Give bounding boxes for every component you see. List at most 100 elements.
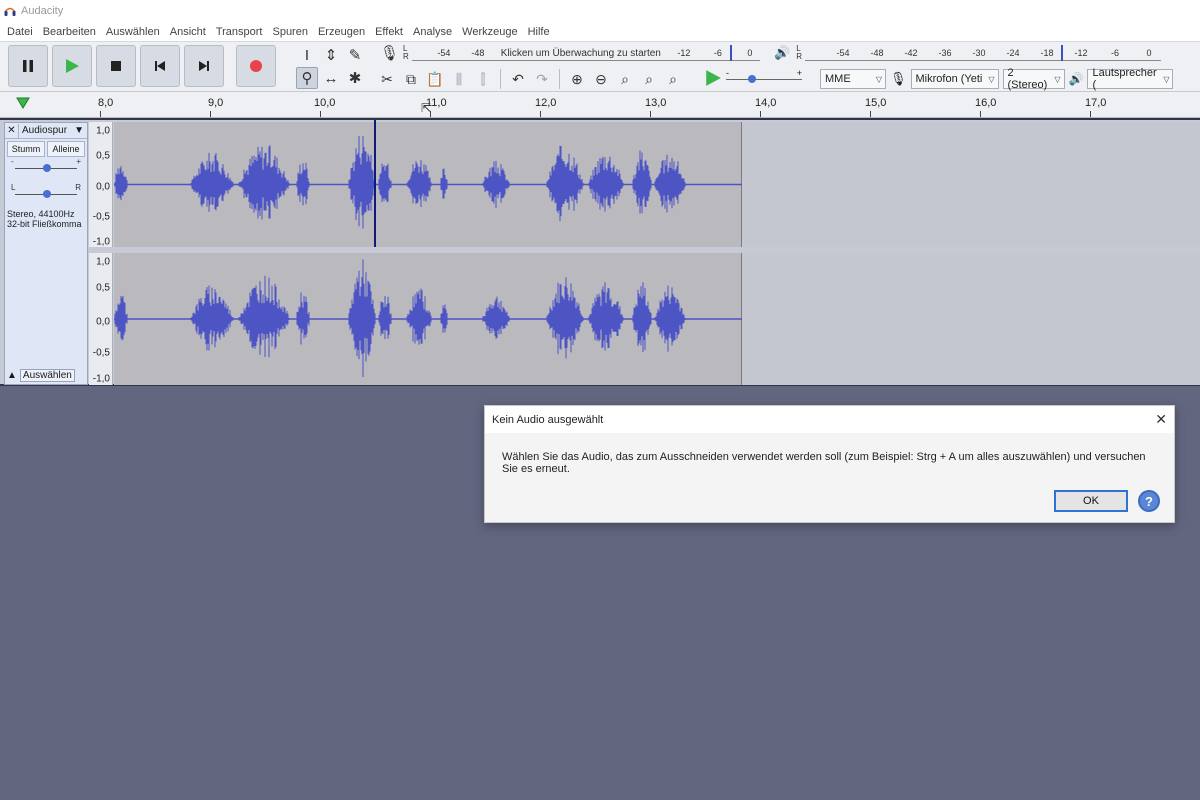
recording-channels-select[interactable]: 2 (Stereo) ▽ (1002, 67, 1065, 91)
zoom-fit-project-icon: ⌕ (645, 70, 653, 87)
recording-device-value: Mikrofon (Yeti S (915, 73, 986, 85)
playback-device-select[interactable]: Lautsprecher (▽ (1087, 67, 1174, 91)
play-meter-tick: -42 (904, 48, 918, 58)
timeline-ruler[interactable]: 8,0 9,0 10,0 11,0 12,0 13,0 14,0 15,0 16… (0, 92, 1200, 118)
skip-to-start-button[interactable] (140, 45, 180, 87)
amplitude-label: -0,5 (92, 211, 110, 223)
track-name-menu[interactable]: Audiospur ▼ (19, 125, 87, 136)
clipboard-icon: 📋 (426, 70, 444, 87)
stop-icon (111, 61, 121, 71)
zoom-out-button[interactable]: ⊖ (590, 68, 612, 90)
play-meter-tick: -6 (1110, 48, 1119, 58)
close-track-icon[interactable]: ✕ (5, 123, 19, 138)
help-icon[interactable]: ? (1138, 490, 1160, 512)
menu-bearbeiten[interactable]: Bearbeiten (38, 26, 101, 38)
zoom-toggle-button[interactable]: ⌕ (662, 68, 684, 90)
ruler-tick-mark (870, 111, 871, 117)
zoom-in-button[interactable]: ⊕ (566, 68, 588, 90)
mute-button[interactable]: Stumm (7, 141, 45, 157)
track-control-panel: ✕ Audiospur ▼ Stumm Alleine - + L R Stere… (4, 122, 88, 385)
empty-track-lane[interactable] (742, 122, 1200, 247)
copy-icon: ⧉ (406, 70, 416, 87)
envelope-tool-icon[interactable]: ⇕ (320, 44, 342, 66)
amplitude-label: 0,5 (96, 282, 110, 294)
waveform-right-channel[interactable] (114, 253, 742, 385)
pause-button[interactable] (8, 45, 48, 87)
menu-spuren[interactable]: Spuren (267, 26, 312, 38)
recording-device-select[interactable]: Mikrofon (Yeti S ▽ (910, 69, 999, 89)
paste-button[interactable]: 📋 (424, 68, 446, 90)
menu-bar: Datei Bearbeiten Auswählen Ansicht Trans… (0, 22, 1200, 41)
amplitude-label: 0,5 (96, 150, 110, 162)
speed-plus-label: + (796, 68, 802, 78)
fit-selection-button[interactable]: ⌕ (614, 68, 636, 90)
slider-thumb[interactable] (748, 75, 756, 83)
cut-button[interactable]: ✂ (376, 68, 398, 90)
ok-button[interactable]: OK (1054, 490, 1128, 512)
recording-meter[interactable]: 🎙 LR -54 -48 Klicken um Überwachung zu s… (380, 45, 760, 62)
play-button[interactable] (52, 45, 92, 87)
device-toolbar: MME ▽ 🎙 Mikrofon (Yeti S ▽ 2 (Stereo) ▽ 🔊 L… (820, 67, 1174, 91)
play-head-start-icon[interactable] (16, 97, 30, 109)
audacity-logo-icon (4, 7, 16, 16)
pan-slider[interactable]: L R (11, 183, 81, 201)
selection-tool-icon[interactable]: I (296, 44, 318, 66)
menu-hilfe[interactable]: Hilfe (523, 26, 555, 38)
fit-project-button[interactable]: ⌕ (638, 68, 660, 90)
slider-thumb[interactable] (43, 164, 51, 172)
playback-meter[interactable]: 🔊 LR -54 -48 -42 -36 -30 -24 -18 -12 -6 … (774, 45, 1161, 61)
menu-transport[interactable]: Transport (211, 26, 268, 38)
record-button[interactable] (236, 45, 276, 87)
close-icon[interactable]: ✕ (1155, 411, 1167, 428)
draw-tool-icon[interactable]: ✎ (344, 44, 366, 66)
audio-host-select[interactable]: MME ▽ (820, 69, 886, 89)
mouse-cursor-icon: ⇱ (421, 101, 432, 115)
vertical-ruler-right-channel: 1,0 0,5 0,0 -0,5 -1,0 (89, 253, 113, 385)
zoom-fit-selection-icon: ⌕ (621, 70, 629, 87)
stop-button[interactable] (96, 45, 136, 87)
menu-werkzeuge[interactable]: Werkzeuge (457, 26, 522, 38)
amplitude-label: -1,0 (92, 236, 110, 248)
monitoring-prompt[interactable]: Klicken um Überwachung zu starten (501, 48, 661, 59)
dialog-title-bar: Kein Audio ausgewählt ✕ (485, 406, 1174, 433)
silence-button[interactable]: ⫿ (472, 68, 494, 90)
ruler-tick-mark (980, 111, 981, 117)
silence-icon: ⫿ (480, 70, 486, 87)
zoom-tool-icon[interactable]: ⚲ (296, 67, 318, 89)
ruler-tick-label: 14,0 (755, 97, 777, 109)
title-bar: Audacity (0, 0, 1200, 22)
menu-analyse[interactable]: Analyse (408, 26, 457, 38)
rec-meter-tick: -12 (677, 48, 691, 58)
menu-ansicht[interactable]: Ansicht (165, 26, 211, 38)
chevron-down-icon: ▽ (875, 74, 882, 84)
play-at-speed-icon[interactable] (704, 69, 722, 87)
slider-thumb[interactable] (43, 190, 51, 198)
tools-toolbar: I ⇕ ✎ ⚲ ↔ ✱ (296, 44, 368, 89)
solo-button[interactable]: Alleine (47, 141, 85, 157)
microphone-icon: 🎙 (890, 71, 907, 86)
ruler-tick-label: 8,0 (98, 97, 114, 109)
menu-erzeugen[interactable]: Erzeugen (313, 26, 370, 38)
trim-button[interactable]: ⫼ (448, 68, 470, 90)
amplitude-label: 1,0 (96, 256, 110, 268)
zoom-in-icon: ⊕ (571, 70, 583, 87)
track-format-line2: 32-bit Fließkomma (7, 219, 82, 229)
microphone-icon: 🎙 (380, 45, 400, 62)
select-track-button[interactable]: Auswählen (19, 369, 75, 382)
collapse-icon[interactable]: ▲ (7, 370, 17, 381)
skip-to-end-button[interactable] (184, 45, 224, 87)
time-shift-tool-icon[interactable]: ↔ (320, 67, 342, 89)
ruler-tick-label: 16,0 (975, 97, 997, 109)
redo-button[interactable]: ↷ (531, 68, 553, 90)
waveform-left-channel[interactable] (114, 122, 742, 247)
copy-button[interactable]: ⧉ (400, 68, 422, 90)
ruler-tick-label: 15,0 (865, 97, 887, 109)
multi-tool-icon[interactable]: ✱ (344, 67, 366, 89)
playback-speed-slider[interactable]: - + (726, 68, 802, 84)
empty-track-lane[interactable] (742, 253, 1200, 385)
undo-button[interactable]: ↶ (507, 68, 529, 90)
gain-slider[interactable]: - + (11, 157, 81, 175)
menu-auswaehlen[interactable]: Auswählen (101, 26, 165, 38)
menu-effekt[interactable]: Effekt (370, 26, 408, 38)
menu-datei[interactable]: Datei (2, 26, 38, 38)
